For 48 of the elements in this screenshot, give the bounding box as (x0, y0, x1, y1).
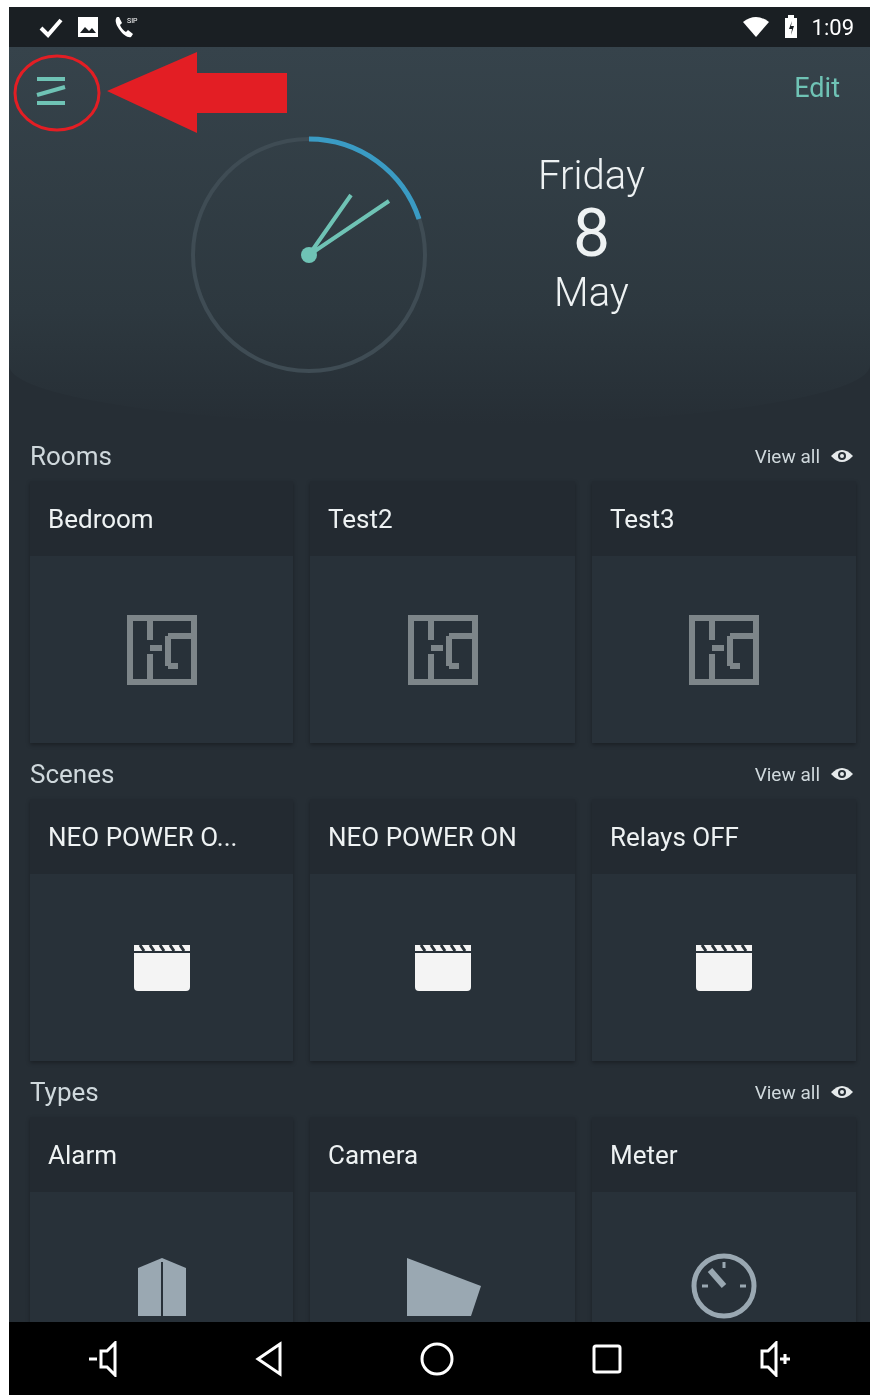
tile-title: Meter (592, 1117, 856, 1192)
date-label: 8 (572, 199, 611, 269)
gauge-icon (690, 1251, 758, 1320)
tile-card[interactable]: Test2 (310, 481, 575, 743)
check-icon (39, 16, 63, 38)
floor-plan-icon (406, 613, 479, 686)
eye-icon (830, 1084, 854, 1100)
tile-card[interactable]: Bedroom (30, 481, 293, 743)
tile-title: Alarm (30, 1117, 293, 1192)
tile-title: Camera (310, 1117, 575, 1192)
tile-title: Relays OFF (592, 799, 856, 874)
tile-title: Test3 (592, 481, 856, 556)
battery-icon (783, 15, 798, 39)
section-title: Scenes (30, 759, 116, 789)
clapperboard-icon (131, 942, 192, 993)
tile-card[interactable]: NEO POWER O... (30, 799, 293, 1061)
month-label: May (554, 269, 629, 316)
tile-title: NEO POWER O... (30, 799, 293, 874)
edit-button[interactable]: Edit (794, 72, 840, 104)
home-icon[interactable] (419, 1340, 456, 1377)
view-all-link[interactable]: View all (754, 762, 854, 786)
tile-card[interactable]: Alarm (30, 1117, 293, 1322)
tile-card[interactable]: NEO POWER ON (310, 799, 575, 1061)
eye-icon (830, 448, 854, 464)
tile-title: NEO POWER ON (310, 799, 575, 874)
eye-icon (830, 766, 854, 782)
volume-up-icon[interactable] (758, 1340, 793, 1377)
volume-down-icon[interactable] (86, 1340, 119, 1377)
clapperboard-icon (412, 942, 473, 993)
recents-icon[interactable] (590, 1342, 623, 1375)
tile-card[interactable]: Meter (592, 1117, 856, 1322)
tile-title: Bedroom (30, 481, 293, 556)
section-title: Types (30, 1077, 100, 1107)
floor-plan-icon (688, 613, 760, 686)
tile-title: Test2 (310, 481, 575, 556)
view-all-link[interactable]: View all (754, 1080, 854, 1104)
back-icon[interactable] (254, 1340, 285, 1377)
floor-plan-icon (125, 613, 198, 686)
tile-card[interactable]: Relays OFF (592, 799, 856, 1061)
view-all-link[interactable]: View all (754, 444, 854, 468)
clapperboard-icon (694, 942, 754, 993)
day-label: Friday (538, 152, 645, 199)
wifi-icon (741, 16, 770, 38)
section-title: Rooms (30, 441, 113, 471)
image-icon (77, 16, 99, 38)
status-time: 1:09 (811, 14, 854, 40)
tile-card[interactable]: Camera (310, 1117, 575, 1322)
tile-card[interactable]: Test3 (592, 481, 856, 743)
